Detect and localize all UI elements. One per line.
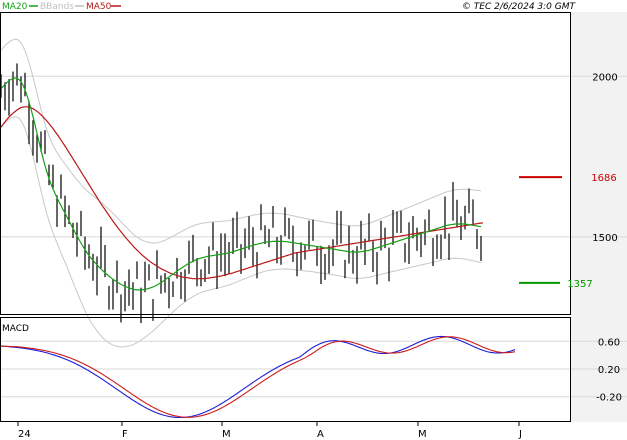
x-label: A [317, 429, 324, 440]
macd-tick-label: 0.60 [598, 337, 620, 348]
macd-tick-label: -0.20 [596, 393, 622, 404]
level-label-support: 1357 [567, 279, 592, 290]
x-label: J [518, 429, 522, 440]
chart-legend: MA20 BBands MA50 [2, 2, 121, 12]
x-label: 24 [18, 429, 31, 440]
legend-ma20-label: MA20 [2, 2, 28, 12]
x-label: M [222, 429, 231, 440]
price-tick-label: 2000 [592, 72, 617, 83]
copyright-text: © TEC 2/6/2024 3:0 GMT [462, 2, 577, 12]
macd-tick-label: 0.20 [598, 365, 620, 376]
legend-ma50-label: MA50 [86, 2, 112, 12]
legend-bbands-label: BBands [40, 2, 74, 12]
x-label: M [418, 429, 427, 440]
price-tick-label: 1500 [592, 233, 617, 244]
x-label: F [122, 429, 128, 440]
level-label-resistance: 1686 [591, 173, 616, 184]
macd-title: MACD [2, 324, 29, 334]
price-chart: MA20 BBands MA50 © TEC 2/6/2024 3:0 GMT … [0, 0, 627, 440]
